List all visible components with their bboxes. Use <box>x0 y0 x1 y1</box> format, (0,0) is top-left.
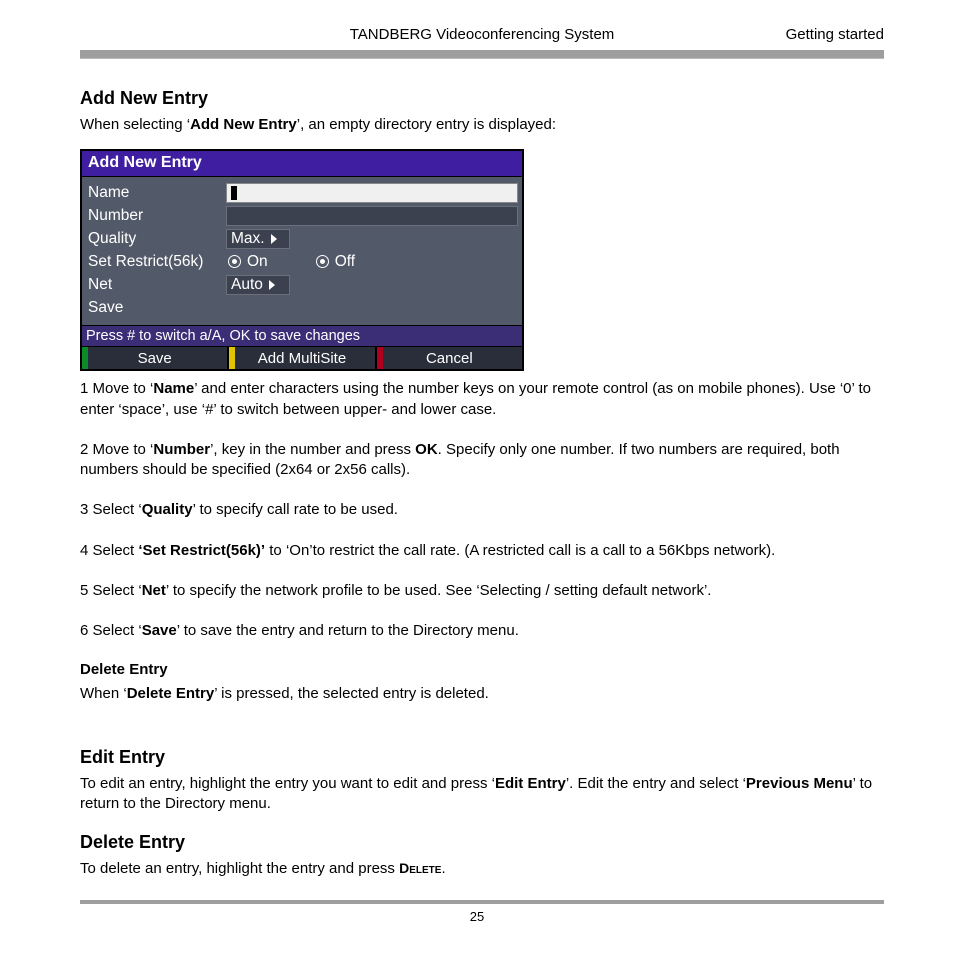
t: Quality <box>142 501 193 518</box>
step-1: 1 Move to ‘Name’ and enter characters us… <box>80 379 884 420</box>
section-add-new-entry-title: Add New Entry <box>80 88 884 109</box>
label-save: Save <box>86 299 226 317</box>
t: ‘Set Restrict(56k)’ <box>138 542 265 559</box>
page-header: TANDBERG Videoconferencing System Gettin… <box>80 26 884 47</box>
dialog-body: Name Number Quality Max. Set Restrict(56… <box>82 177 522 325</box>
row-net: Net Auto <box>86 273 518 296</box>
t: 3 Select ‘ <box>80 501 142 518</box>
restrict-radiogroup: On Off <box>226 253 355 271</box>
step-4: 4 Select ‘Set Restrict(56k)’ to ‘On’to r… <box>80 541 884 561</box>
t: ’ is pressed, the selected entry is dele… <box>214 685 489 702</box>
t: Name <box>153 380 194 397</box>
label-quality: Quality <box>86 230 226 248</box>
radio-dot-icon <box>316 255 329 268</box>
t: ’ to specify the network profile to be u… <box>166 582 712 599</box>
label-name: Name <box>86 184 226 202</box>
net-dropdown[interactable]: Auto <box>226 275 290 295</box>
section-delete-entry-title: Delete Entry <box>80 832 884 853</box>
header-rule <box>80 50 884 59</box>
page-number: 25 <box>0 909 954 924</box>
restrict-on-label: On <box>247 253 268 271</box>
t: Delete Entry <box>127 685 215 702</box>
step-6: 6 Select ‘Save’ to save the entry and re… <box>80 621 884 641</box>
quality-value: Max. <box>231 230 265 248</box>
t: 2 Move to ‘ <box>80 441 153 458</box>
t: ’ and enter characters using the number … <box>80 380 871 417</box>
t: OK <box>415 441 438 458</box>
t: Previous Menu <box>746 775 853 792</box>
t: Number <box>153 441 210 458</box>
row-quality: Quality Max. <box>86 227 518 250</box>
net-value: Auto <box>231 276 263 294</box>
t: ’ to specify call rate to be used. <box>193 501 398 518</box>
edit-entry-text: To edit an entry, highlight the entry yo… <box>80 774 884 815</box>
name-field[interactable] <box>226 183 518 203</box>
intro-post: ’, an empty directory entry is displayed… <box>297 116 556 133</box>
t: 6 Select ‘ <box>80 622 142 639</box>
save-button-label: Save <box>138 350 172 367</box>
step-2: 2 Move to ‘Number’, key in the number an… <box>80 440 884 481</box>
cancel-button-label: Cancel <box>426 350 473 367</box>
steps-list: 1 Move to ‘Name’ and enter characters us… <box>80 379 884 641</box>
text-cursor-icon <box>231 186 237 200</box>
chevron-right-icon <box>269 280 275 290</box>
section-add-new-entry-intro: When selecting ‘Add New Entry’, an empty… <box>80 115 884 135</box>
t: 1 Move to ‘ <box>80 380 153 397</box>
label-number: Number <box>86 207 226 225</box>
t: to ‘On’to restrict the call rate. (A res… <box>265 542 775 559</box>
t: . <box>441 860 445 877</box>
delete-entry-text-2: To delete an entry, highlight the entry … <box>80 859 884 879</box>
footer-rule <box>80 900 884 904</box>
step-3: 3 Select ‘Quality’ to specify call rate … <box>80 500 884 520</box>
add-new-entry-dialog: Add New Entry Name Number Quality Max. <box>80 149 524 371</box>
add-multisite-button[interactable]: Add MultiSite <box>229 347 376 369</box>
row-save[interactable]: Save <box>86 296 518 319</box>
cancel-button[interactable]: Cancel <box>377 347 522 369</box>
step-5: 5 Select ‘Net’ to specify the network pr… <box>80 581 884 601</box>
dialog-buttons: Save Add MultiSite Cancel <box>82 346 522 369</box>
dialog-hint: Press # to switch a/A, OK to save change… <box>82 325 522 346</box>
label-net: Net <box>86 276 226 294</box>
t: Net <box>142 582 166 599</box>
restrict-on-radio[interactable]: On <box>228 253 268 271</box>
t: ’. Edit the entry and select ‘ <box>566 775 746 792</box>
chevron-right-icon <box>271 234 277 244</box>
t: ’, key in the number and press <box>210 441 415 458</box>
intro-bold: Add New Entry <box>190 116 297 133</box>
t: 5 Select ‘ <box>80 582 142 599</box>
quality-dropdown[interactable]: Max. <box>226 229 290 249</box>
t: Delete <box>399 860 441 876</box>
dialog-titlebar: Add New Entry <box>82 151 522 177</box>
delete-entry-text: When ‘Delete Entry’ is pressed, the sele… <box>80 684 884 704</box>
t: ’ to save the entry and return to the Di… <box>177 622 519 639</box>
t: When ‘ <box>80 685 127 702</box>
restrict-off-label: Off <box>335 253 355 271</box>
label-restrict: Set Restrict(56k) <box>86 253 226 271</box>
intro-pre: When selecting ‘ <box>80 116 190 133</box>
section-edit-entry-title: Edit Entry <box>80 747 884 768</box>
t: Edit Entry <box>495 775 566 792</box>
row-name: Name <box>86 181 518 204</box>
restrict-off-radio[interactable]: Off <box>316 253 355 271</box>
save-button[interactable]: Save <box>82 347 229 369</box>
row-restrict: Set Restrict(56k) On Off <box>86 250 518 273</box>
number-field[interactable] <box>226 206 518 226</box>
t: 4 Select <box>80 542 138 559</box>
radio-dot-icon <box>228 255 241 268</box>
t: Save <box>142 622 177 639</box>
row-number: Number <box>86 204 518 227</box>
delete-entry-subhead: Delete Entry <box>80 661 884 678</box>
header-center: TANDBERG Videoconferencing System <box>80 26 884 43</box>
t: To edit an entry, highlight the entry yo… <box>80 775 495 792</box>
t: To delete an entry, highlight the entry … <box>80 860 399 877</box>
add-multisite-button-label: Add MultiSite <box>258 350 346 367</box>
